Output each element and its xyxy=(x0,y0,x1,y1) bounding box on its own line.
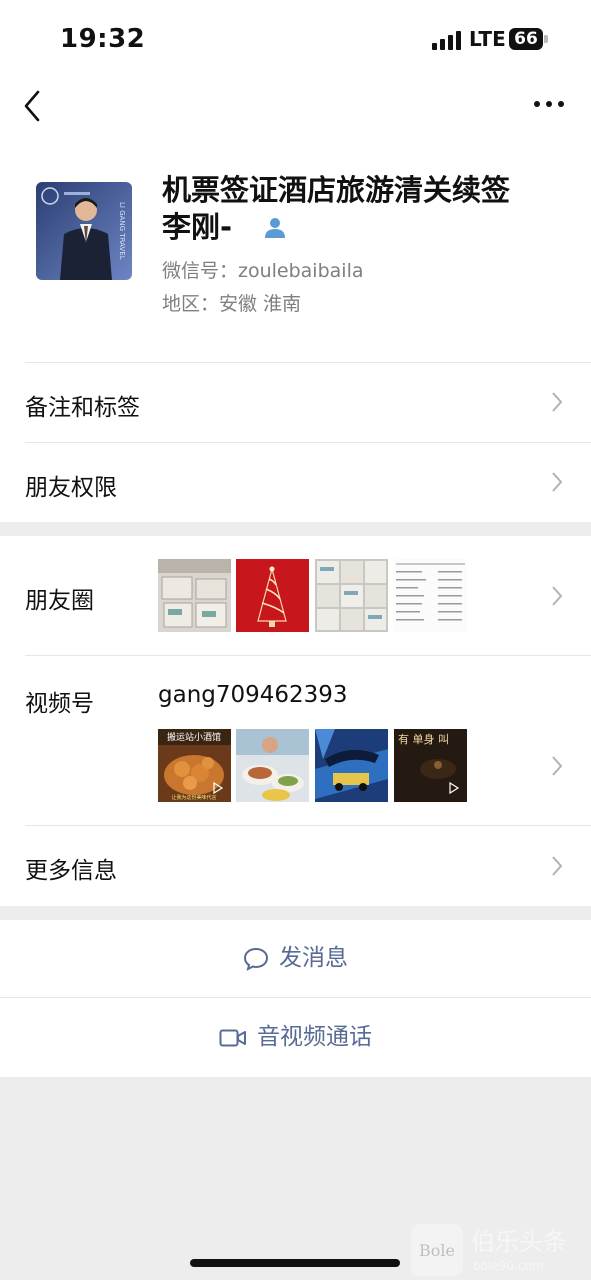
moments-label: 朋友圈 xyxy=(25,588,94,614)
send-message-button[interactable]: 发消息 xyxy=(0,920,591,997)
chevron-right-icon xyxy=(552,392,563,412)
channel-video-caption: 搬运站小酒馆 xyxy=(167,731,221,743)
channels-id: gang709462393 xyxy=(158,682,348,708)
avatar[interactable]: LI GANG TRAVEL xyxy=(36,182,132,280)
watermark-title: 伯乐头条 xyxy=(471,1228,567,1256)
send-message-label: 发消息 xyxy=(279,945,348,971)
channels-label: 视频号 xyxy=(25,691,94,717)
battery-tip xyxy=(544,35,548,43)
wechat-id: 微信号：zoulebaibaila xyxy=(162,260,364,282)
chevron-left-icon xyxy=(24,90,40,122)
channel-video-subcaption: 让我为这份美味代言 xyxy=(171,794,216,801)
network-type: LTE xyxy=(469,27,506,51)
friend-permissions-label: 朋友权限 xyxy=(25,475,117,501)
contact-name: 机票签证酒店旅游清关续签 李刚- xyxy=(162,172,562,246)
chat-bubble-icon xyxy=(243,947,269,971)
av-call-label: 音视频通话 xyxy=(257,1024,372,1050)
section-gap xyxy=(0,522,591,536)
region: 地区：安徽 淮南 xyxy=(162,293,302,315)
status-time: 19:32 xyxy=(60,24,146,54)
signal-strength-icon xyxy=(432,30,462,50)
video-camera-icon xyxy=(219,1029,246,1046)
channel-video-food: 搬运站小酒馆 让我为这份美味代言 xyxy=(158,729,231,802)
section-gap xyxy=(0,906,591,920)
moments-photo-documents xyxy=(315,559,388,632)
av-call-button[interactable]: 音视频通话 xyxy=(0,998,591,1077)
watermark-brand: Bole xyxy=(419,1241,455,1260)
chevron-right-icon xyxy=(552,586,563,606)
channel-video-meal xyxy=(236,729,309,802)
avatar-text: LI GANG TRAVEL xyxy=(118,202,126,260)
home-indicator xyxy=(190,1259,400,1267)
watermark: Bole 伯乐头条 bole90.com xyxy=(409,1220,589,1280)
chevron-right-icon xyxy=(552,472,563,492)
chevron-right-icon xyxy=(552,756,563,776)
moments-photo-table xyxy=(394,559,467,632)
contact-name-line1: 机票签证酒店旅游清关续签 xyxy=(162,173,511,207)
more-dots-icon xyxy=(534,101,564,107)
contact-name-line2: 李刚- xyxy=(162,210,233,244)
moments-photo-christmas-tree xyxy=(236,559,309,632)
more-info-label: 更多信息 xyxy=(25,858,117,884)
watermark-site: bole90.com xyxy=(473,1259,543,1273)
battery-icon: 66 xyxy=(509,28,543,50)
moments-photo-boxes xyxy=(158,559,231,632)
more-options-button[interactable] xyxy=(530,92,566,116)
contact-person-icon xyxy=(262,215,288,241)
back-button[interactable] xyxy=(18,86,50,126)
remark-tags-label: 备注和标签 xyxy=(25,395,140,421)
chevron-right-icon xyxy=(552,856,563,876)
channel-video-night: 有 单身 叫 xyxy=(394,729,467,802)
channel-video-caption: 有 单身 叫 xyxy=(398,732,449,746)
channel-video-poster xyxy=(315,729,388,802)
